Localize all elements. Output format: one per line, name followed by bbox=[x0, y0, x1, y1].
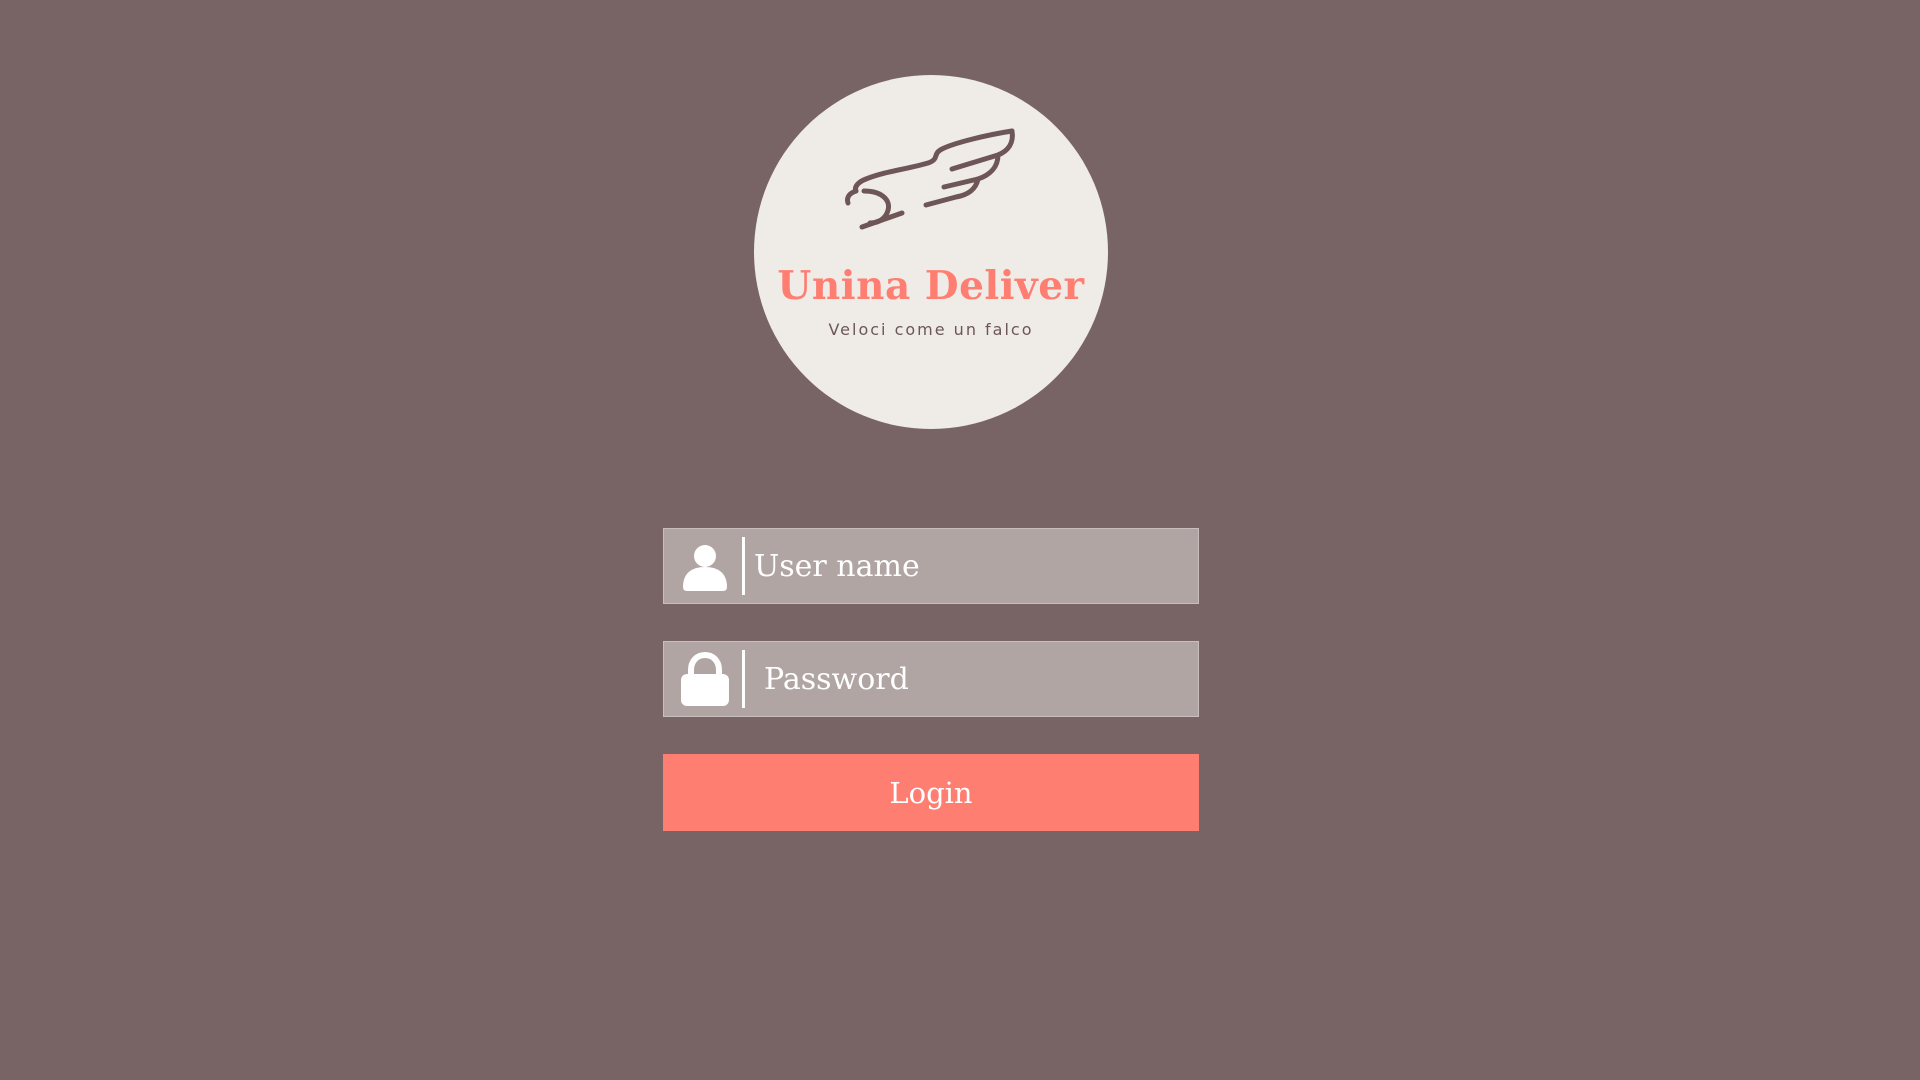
login-button[interactable]: Login bbox=[663, 754, 1199, 831]
wing-icon bbox=[845, 128, 1015, 230]
username-input[interactable] bbox=[754, 529, 1184, 603]
password-divider bbox=[742, 650, 745, 708]
logo: Unina Deliver Veloci come un falco bbox=[754, 75, 1108, 429]
user-icon bbox=[683, 545, 727, 591]
tagline: Veloci come un falco bbox=[828, 320, 1034, 339]
password-input[interactable] bbox=[764, 642, 1194, 716]
password-field[interactable] bbox=[663, 641, 1199, 717]
lock-icon bbox=[681, 652, 729, 706]
brand-name: Unina Deliver bbox=[777, 263, 1085, 309]
username-field[interactable] bbox=[663, 528, 1199, 604]
login-page: Unina Deliver Veloci come un falco Login bbox=[0, 0, 1920, 1080]
username-divider bbox=[742, 537, 745, 595]
